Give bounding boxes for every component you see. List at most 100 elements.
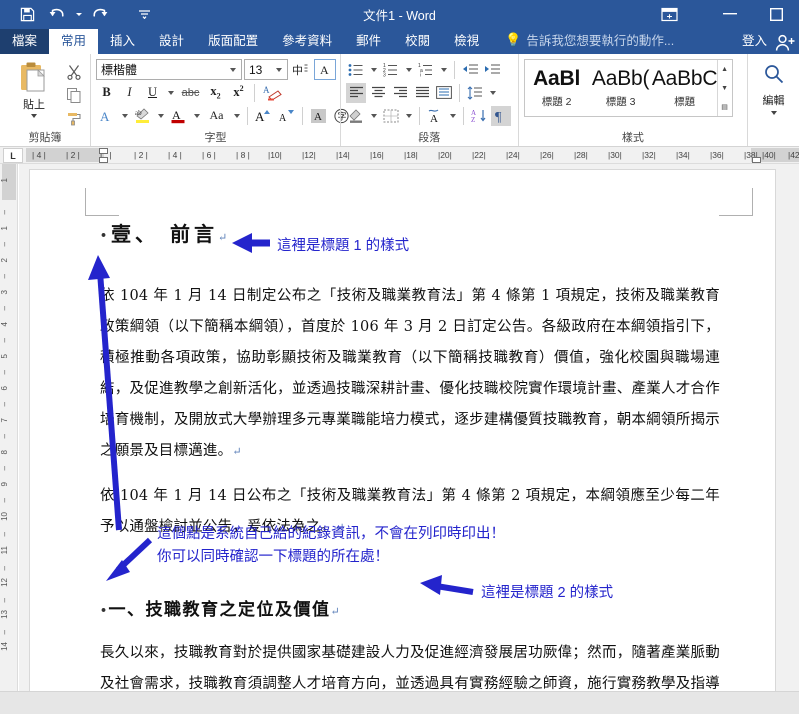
decrease-indent-button[interactable] (460, 60, 480, 80)
redo-icon[interactable] (85, 3, 115, 25)
clear-formatting-button[interactable]: A (260, 82, 285, 103)
change-case-dropdown-icon[interactable] (231, 105, 242, 126)
save-icon[interactable] (12, 3, 42, 25)
styles-gallery-scroll[interactable]: ▲ ▼ ▤ (716, 60, 732, 116)
underline-button[interactable]: U (142, 82, 163, 103)
styles-gallery[interactable]: AaBl 標題 2 AaBb( 標題 3 AaBbC 標題 ▲ ▼ ▤ (523, 59, 733, 117)
first-line-indent-marker[interactable] (99, 148, 108, 154)
vertical-ruler[interactable]: 1 – 1 – 2 – 3 – 4 – 5 – 6 – 7 – 8 – 9 – … (0, 164, 18, 691)
bold-button[interactable]: B (96, 82, 117, 103)
sort-button[interactable]: AZ (469, 106, 489, 126)
sign-in-button[interactable]: 登入 (732, 26, 773, 54)
underline-dropdown-icon[interactable] (165, 82, 176, 103)
clear-all-formatting-icon[interactable]: A (314, 59, 336, 80)
document-body[interactable]: •壹、 前言↵ 依 104 年 1 月 14 日制定公布之「技術及職業教育法」第… (100, 218, 720, 691)
paragraph-3[interactable]: 長久以來，技職教育對於提供國家基礎建設人力及促進經濟發展居功厥偉；然而，隨著產業… (100, 638, 720, 691)
style-item-heading3[interactable]: AaBb( 標題 3 (589, 60, 653, 116)
svg-text:A: A (172, 108, 181, 122)
tab-design[interactable]: 設計 (147, 29, 196, 54)
justify-button[interactable] (412, 83, 432, 103)
asian-layout-button[interactable]: A (425, 106, 445, 126)
text-highlight-dropdown-icon[interactable] (155, 105, 166, 126)
vruler-mark: – (0, 210, 9, 215)
asian-layout-dropdown-icon[interactable] (447, 105, 458, 126)
styles-more-icon[interactable]: ▤ (718, 98, 732, 115)
bullet-list-button[interactable] (346, 60, 366, 80)
paste-dropdown-icon[interactable] (31, 114, 37, 118)
horizontal-ruler[interactable]: L | 4 | | 2 | | | | 2 | | 4 | | 6 | | 8 … (0, 147, 799, 164)
font-color-button[interactable]: A (168, 105, 189, 126)
styles-scroll-down-icon[interactable]: ▼ (718, 80, 732, 97)
multilevel-list-button[interactable]: 1ai (416, 60, 436, 80)
undo-dropdown-icon[interactable] (72, 3, 85, 25)
multilevel-list-dropdown-icon[interactable] (438, 59, 449, 80)
character-shading-button[interactable]: A (308, 105, 329, 126)
borders-dropdown-icon[interactable] (403, 105, 414, 126)
strikethrough-button[interactable]: abc (178, 82, 203, 103)
shrink-font-button[interactable]: A (276, 105, 297, 126)
font-color-dropdown-icon[interactable] (191, 105, 202, 126)
tab-layout[interactable]: 版面配置 (196, 29, 270, 54)
right-indent-marker[interactable] (752, 157, 761, 163)
phonetic-guide-icon[interactable]: 中 (290, 59, 312, 80)
minimize-icon[interactable] (707, 0, 753, 28)
tab-stop-selector[interactable]: L (3, 148, 23, 163)
undo-icon[interactable] (42, 3, 72, 25)
numbered-list-dropdown-icon[interactable] (403, 59, 414, 80)
distributed-button[interactable] (434, 83, 454, 103)
text-highlight-button[interactable]: ab (132, 105, 153, 126)
ribbon-display-options-icon[interactable] (649, 0, 689, 28)
editing-button[interactable]: 編輯 (763, 59, 785, 115)
account-person-icon[interactable] (773, 32, 799, 54)
heading1[interactable]: •壹、 前言↵ (100, 218, 720, 247)
tab-view[interactable]: 檢視 (442, 29, 491, 54)
tell-me-box[interactable]: 💡 告訴我您想要執行的動作... (491, 26, 684, 54)
paragraph-1[interactable]: 依 104 年 1 月 14 日制定公布之「技術及職業教育法」第 4 條第 1 … (100, 281, 720, 467)
horizontal-ruler-track[interactable]: | 4 | | 2 | | | | 2 | | 4 | | 6 | | 8 | … (26, 147, 799, 164)
tab-file[interactable]: 檔案 (0, 29, 50, 54)
grow-font-button[interactable]: A (253, 105, 274, 126)
tab-mailings[interactable]: 郵件 (344, 29, 393, 54)
tab-insert[interactable]: 插入 (98, 29, 147, 54)
style-item-heading2[interactable]: AaBl 標題 2 (525, 60, 589, 116)
customize-qat-icon[interactable] (129, 3, 159, 25)
shading-button[interactable] (346, 106, 366, 126)
styles-scroll-up-icon[interactable]: ▲ (718, 61, 732, 78)
borders-button[interactable] (381, 106, 401, 126)
font-size-caret-icon[interactable] (276, 67, 282, 72)
editing-dropdown-icon[interactable] (770, 111, 777, 115)
tab-home[interactable]: 常用 (49, 29, 99, 54)
tab-references[interactable]: 參考資料 (270, 29, 344, 54)
font-name-combo[interactable]: 標楷體 (96, 59, 242, 80)
text-effects-button[interactable]: A (96, 105, 117, 126)
change-case-button[interactable]: Aa (204, 105, 229, 126)
quick-access-toolbar (0, 3, 159, 25)
bullet-list-dropdown-icon[interactable] (368, 59, 379, 80)
paste-button[interactable]: 貼上 (5, 59, 63, 118)
numbered-list-button[interactable]: 123 (381, 60, 401, 80)
hanging-indent-marker[interactable] (99, 157, 108, 163)
status-bar[interactable] (0, 691, 799, 714)
align-center-button[interactable] (368, 83, 388, 103)
superscript-button[interactable]: x2 (228, 82, 249, 103)
italic-button[interactable]: I (119, 82, 140, 103)
font-name-caret-icon[interactable] (230, 67, 236, 72)
shading-dropdown-icon[interactable] (368, 105, 379, 126)
line-spacing-dropdown-icon[interactable] (487, 82, 498, 103)
style-item-title[interactable]: AaBbC 標題 (652, 60, 718, 116)
format-painter-icon[interactable] (63, 108, 85, 128)
align-left-button[interactable] (346, 82, 366, 103)
tab-review[interactable]: 校閱 (393, 29, 442, 54)
maximize-icon[interactable] (753, 0, 799, 28)
text-effects-dropdown-icon[interactable] (119, 105, 130, 126)
cut-icon[interactable] (63, 62, 85, 82)
show-formatting-marks-button[interactable]: ¶ (491, 105, 511, 126)
line-spacing-button[interactable] (465, 83, 485, 103)
increase-indent-button[interactable] (482, 60, 502, 80)
subscript-button[interactable]: x2 (205, 82, 226, 103)
copy-icon[interactable] (63, 85, 85, 105)
vruler-mark: – (0, 306, 9, 311)
font-size-combo[interactable]: 13 (244, 59, 288, 80)
align-right-button[interactable] (390, 83, 410, 103)
heading2[interactable]: •一、技職教育之定位及價值↵ (100, 595, 720, 620)
